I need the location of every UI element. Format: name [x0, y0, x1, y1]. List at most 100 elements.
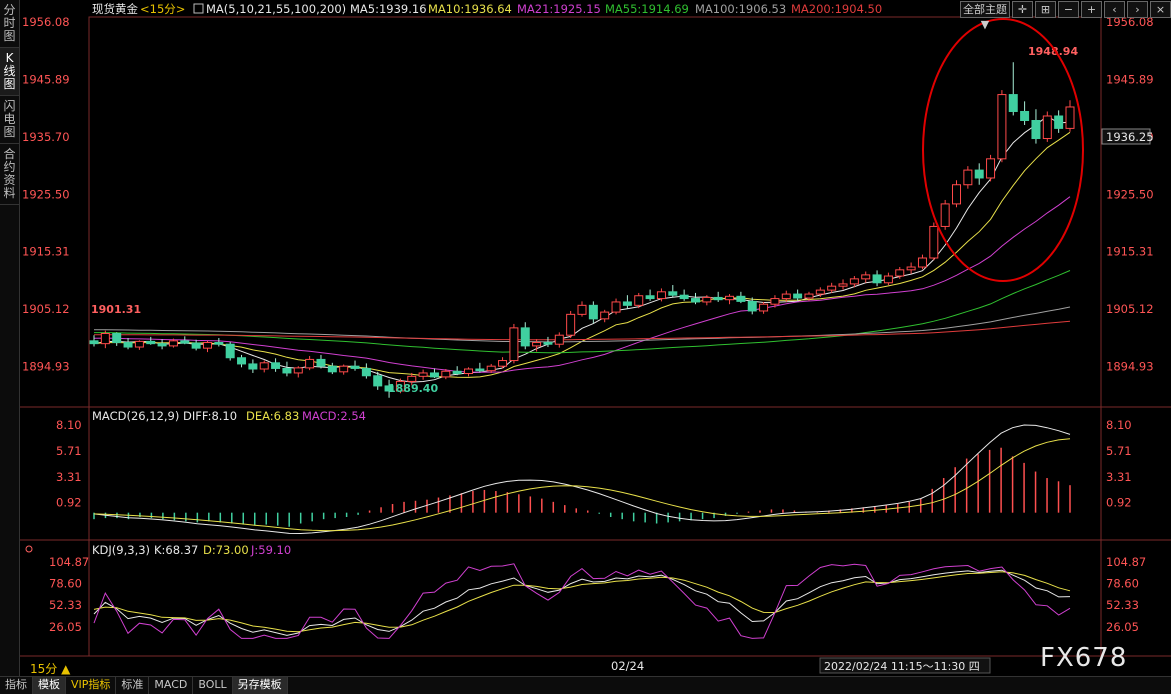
- candle-body-16: [271, 362, 281, 369]
- candle-body-15: [259, 362, 269, 370]
- tab-template[interactable]: 模板: [33, 677, 66, 694]
- crosshair-icon[interactable]: ✛: [1012, 1, 1033, 18]
- candle-body-18: [293, 367, 303, 374]
- price-axis: 1956.081956.081945.891945.891935.701935.…: [22, 15, 1154, 374]
- theme-dropdown[interactable]: 全部主题▼: [960, 1, 1010, 31]
- kdj-title: KDJ(9,3,3): [92, 543, 150, 557]
- price-tick-left-3: 1925.50: [22, 187, 70, 201]
- candle-body-77: [963, 169, 973, 186]
- kdj-settings-icon[interactable]: [25, 545, 33, 553]
- candle-body-58: [747, 300, 757, 312]
- kdj-j: J:59.10: [250, 543, 291, 557]
- candle-body-70: [883, 275, 893, 284]
- macd-histogram: [93, 447, 1071, 527]
- period-indicator[interactable]: 15分 ▲: [30, 660, 70, 677]
- macd-tick-left-2: 3.31: [56, 470, 82, 484]
- candle-body-10: [202, 342, 212, 349]
- zoom-out-icon[interactable]: −: [1058, 1, 1079, 18]
- candle-body-57: [736, 295, 746, 302]
- candle-body-56: [725, 295, 735, 301]
- zoom-in-icon[interactable]: +: [1081, 1, 1102, 18]
- candle-body-51: [668, 291, 678, 296]
- kdj-j-line: [93, 563, 1071, 639]
- candle-body-85: [1054, 115, 1064, 129]
- candle-body-39: [532, 342, 542, 347]
- candle-body-73: [917, 257, 927, 268]
- side-tab-timeshare[interactable]: 分时图: [0, 0, 19, 48]
- candle-body-49: [645, 295, 655, 300]
- candle-body-20: [316, 358, 326, 367]
- candle-body-54: [702, 296, 712, 303]
- side-tab-flash[interactable]: 闪电图: [0, 96, 19, 144]
- candle-body-37: [509, 327, 519, 362]
- side-tab-kline[interactable]: K线图: [0, 48, 19, 96]
- candle-body-43: [577, 304, 587, 315]
- candle-body-78: [974, 169, 984, 179]
- kdj-k: K:68.37: [154, 543, 198, 557]
- kdj-tick-right-2: 52.33: [1106, 598, 1139, 612]
- candle-body-0: [89, 340, 99, 345]
- candle-body-40: [543, 342, 553, 345]
- close-icon[interactable]: ×: [1150, 1, 1171, 18]
- candle-body-79: [986, 158, 996, 179]
- candle-body-83: [1031, 120, 1041, 140]
- kdj-d: D:73.00: [203, 543, 249, 557]
- side-tab-contract-info[interactable]: 合约资料: [0, 144, 19, 205]
- candle-body-5: [146, 340, 156, 345]
- next-icon[interactable]: ›: [1127, 1, 1148, 18]
- price-tick-right-4: 1915.31: [1106, 245, 1154, 259]
- candle-body-75: [940, 203, 950, 227]
- prev-icon[interactable]: ‹: [1104, 1, 1125, 18]
- macd-axis: 8.10 8.10 5.71 5.71 3.31 3.31 0.92 0.92: [56, 418, 1132, 510]
- period-text: <15分>: [140, 2, 185, 16]
- tab-standard[interactable]: 标准: [116, 677, 150, 694]
- candle-body-59: [759, 303, 769, 312]
- candle-body-48: [634, 295, 644, 306]
- ma21-line: [93, 196, 1071, 373]
- tab-boll[interactable]: BOLL: [193, 677, 233, 694]
- candle-body-31: [441, 370, 451, 378]
- macd-lines: [93, 424, 1071, 535]
- macd-diff: DIFF:8.10: [183, 409, 237, 423]
- tab-save-template[interactable]: 另存模板: [232, 677, 288, 694]
- ma-settings-icon[interactable]: [193, 3, 204, 14]
- candle-body-84: [1042, 115, 1052, 140]
- candle-body-69: [872, 274, 882, 284]
- ma-label: MA(5,10,21,55,100,200): [206, 2, 346, 16]
- candle-body-80: [997, 94, 1007, 160]
- macd-value: MACD:2.54: [302, 409, 366, 423]
- candle-body-7: [168, 340, 178, 347]
- grid-icon[interactable]: ⊞: [1035, 1, 1056, 18]
- price-tick-right-3: 1925.50: [1106, 187, 1154, 201]
- kdj-axis: 104.87 104.87 78.60 78.60 52.33 52.33 26.05 26.…: [49, 555, 1146, 634]
- candle-body-53: [690, 298, 700, 303]
- price-tick-right-6: 1894.93: [1106, 360, 1154, 374]
- ma10-value: MA10:1936.64: [428, 2, 512, 16]
- candle-body-29: [418, 372, 428, 377]
- kdj-tick-left-3: 26.05: [49, 620, 82, 634]
- bottom-toolbar: 指标 模板 VIP指标 标准 MACD BOLL 另存模板: [0, 676, 1171, 694]
- price-tick-right-5: 1905.12: [1106, 302, 1154, 316]
- candle-body-6: [157, 343, 167, 347]
- tab-vip-indicator[interactable]: VIP指标: [66, 677, 117, 694]
- kdj-tick-left-0: 104.87: [49, 555, 89, 569]
- ma5-value: MA5:1939.16: [350, 2, 427, 16]
- candle-body-71: [895, 269, 905, 277]
- macd-dea-line: [93, 438, 1071, 532]
- price-tick-left-4: 1915.31: [22, 245, 70, 259]
- macd-title: MACD(26,12,9): [92, 409, 179, 423]
- macd-diff-line: [93, 424, 1071, 535]
- candle-body-14: [248, 363, 258, 370]
- candle-body-50: [656, 291, 666, 300]
- chevron-up-icon: ▲: [61, 662, 71, 676]
- kdj-tick-left-2: 52.33: [49, 598, 82, 612]
- price-tick-left-1: 1945.89: [22, 72, 70, 86]
- kline-chart[interactable]: 现货黄金 <15分> MA(5,10,21,55,100,200) MA5:19…: [20, 0, 1171, 676]
- candle-body-67: [849, 278, 859, 285]
- candle-body-33: [464, 368, 474, 375]
- candle-body-82: [1020, 110, 1030, 122]
- tab-indicator[interactable]: 指标: [0, 677, 33, 694]
- candle-body-61: [781, 293, 791, 300]
- tab-macd[interactable]: MACD: [149, 677, 194, 694]
- price-tick-left-5: 1905.12: [22, 302, 70, 316]
